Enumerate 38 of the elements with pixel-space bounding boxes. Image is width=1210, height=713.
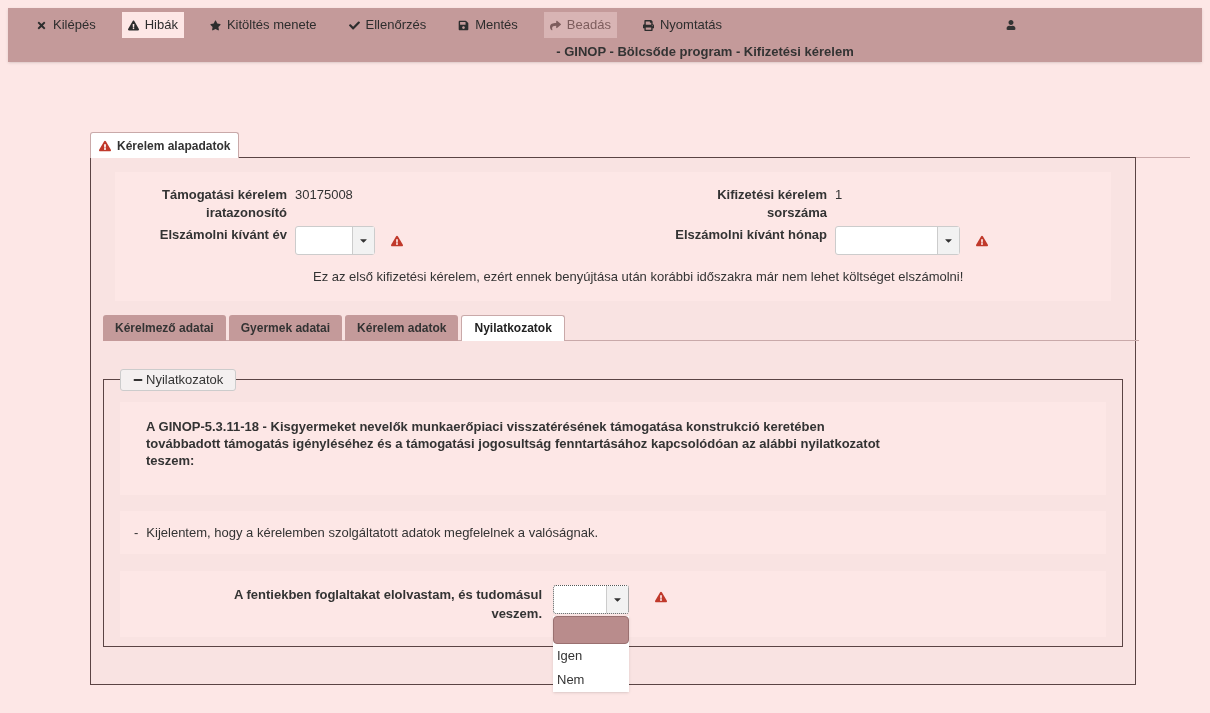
field-label: Elszámolni kívánt év — [158, 226, 287, 244]
close-icon — [36, 19, 47, 31]
field-label: Támogatási kérelem iratazonosító — [161, 186, 287, 222]
acknowledge-label: A fentiekben foglaltakat elolvastam, és tudomásul veszem. — [233, 586, 542, 623]
form-title: - GINOP - Bölcsőde program - Kifizetési kérelem — [556, 43, 854, 61]
toolbar-button[interactable]: Mentés — [452, 12, 524, 38]
save-icon — [458, 19, 470, 31]
select-field[interactable] — [553, 585, 629, 614]
statement-text: Kijelentem, hogy a kérelemben szolgáltatott adatok megfelelnek a valóságnak. — [146, 523, 598, 542]
dropdown-button[interactable] — [937, 227, 959, 254]
dropdown-option[interactable]: Igen — [553, 644, 629, 668]
dropdown-button[interactable] — [352, 227, 374, 254]
star-icon — [209, 19, 221, 31]
dropdown-button[interactable] — [606, 586, 628, 613]
toolbar-button[interactable]: Ellenőrzés — [342, 12, 433, 38]
sub-tab[interactable]: Kérelem adatok — [345, 314, 459, 341]
sub-tab[interactable]: Gyermek adatai — [228, 314, 343, 341]
toolbar-button[interactable]: Kitöltés menete — [203, 12, 323, 38]
share-arrow-icon — [549, 19, 561, 31]
field-label: Kifizetési kérelem sorszáma — [716, 186, 827, 222]
sub-tab[interactable]: Kérelmező adatai — [103, 314, 226, 341]
check-icon — [348, 19, 360, 31]
print-icon — [642, 19, 654, 31]
main-tab[interactable]: Kérelem alapadatok — [90, 132, 240, 158]
user-icon — [1006, 20, 1017, 30]
field-value: 1 — [835, 186, 843, 204]
toolbar-button[interactable]: Kilépés — [30, 12, 102, 38]
bullet-dash: - — [134, 523, 139, 542]
notice-text: Ez az első kifizetési kérelem, ezért ennek benyújtása után korábbi időszakra már nem lehet költséget elszámolni! — [313, 269, 964, 284]
section-toggle[interactable]: Nyilatkozatok — [120, 368, 237, 391]
toolbar-button[interactable]: Hibák — [121, 12, 184, 38]
sub-tab[interactable]: Nyilatkozatok — [461, 314, 565, 341]
dropdown-option[interactable]: Nem — [553, 668, 629, 692]
toolbar-button[interactable]: Nyomtatás — [636, 12, 729, 38]
intro-text: A GINOP-5.3.11-18 - Kisgyermeket nevelők munkaerőpiaci visszatérésének támogatása konstrukció keretében továbbadott támogatás igényléséhez és a támogatási jogosultság fenntartásához kapcsolódóan az alábbi nyilatkozatot teszem: — [146, 417, 881, 469]
field-value: 30175008 — [295, 186, 353, 204]
field-label: Elszámolni kívánt hónap — [674, 226, 827, 244]
warning-icon — [127, 19, 139, 31]
